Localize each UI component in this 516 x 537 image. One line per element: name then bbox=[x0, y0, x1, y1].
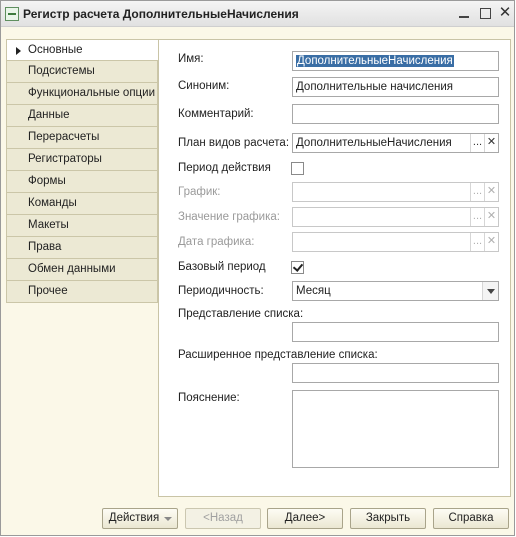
ellipsis-icon[interactable]: ... bbox=[470, 208, 484, 226]
back-label: <Назад bbox=[203, 512, 243, 524]
help-label: Справка bbox=[448, 512, 494, 524]
schedule-date-input[interactable]: ... ✕ bbox=[292, 232, 499, 252]
tab-label: Подсистемы bbox=[28, 65, 95, 77]
back-button[interactable]: <Назад bbox=[185, 508, 261, 529]
tab-label: Прочее bbox=[28, 285, 68, 297]
clear-icon[interactable]: ✕ bbox=[484, 134, 498, 152]
tab-label: Команды bbox=[28, 197, 77, 209]
schedule-date-label: Дата графика: bbox=[178, 236, 255, 248]
tab-label: Функциональные опции bbox=[28, 87, 155, 99]
base-period-label: Базовый период bbox=[178, 261, 266, 273]
tab-commands[interactable]: Команды bbox=[6, 193, 158, 215]
name-value: ДополнительныеНачисления bbox=[296, 55, 454, 67]
close-window-button[interactable]: ✕ bbox=[497, 5, 513, 21]
synonym-value: Дополнительные начисления bbox=[296, 81, 453, 93]
section-tabs: Основные Подсистемы Функциональные опции… bbox=[6, 39, 159, 303]
tab-label: Формы bbox=[28, 175, 66, 187]
next-button[interactable]: Далее> bbox=[267, 508, 343, 529]
tab-subsystems[interactable]: Подсистемы bbox=[6, 61, 158, 83]
tab-label: Права bbox=[28, 241, 62, 253]
action-period-checkbox[interactable] bbox=[291, 162, 304, 175]
ext-list-presentation-label: Расширенное представление списка: bbox=[178, 349, 378, 361]
tab-data-exchange[interactable]: Обмен данными bbox=[6, 259, 158, 281]
tab-main[interactable]: Основные bbox=[6, 39, 159, 61]
active-tab-arrow-icon bbox=[16, 47, 21, 55]
chevron-down-icon[interactable] bbox=[482, 282, 498, 300]
comment-input[interactable] bbox=[292, 104, 499, 124]
chevron-down-icon bbox=[164, 517, 172, 521]
chart-of-calc-types-label: План видов расчета: bbox=[178, 137, 290, 149]
register-icon bbox=[5, 7, 19, 21]
title-bar[interactable]: Регистр расчета ДополнительныеНачисления… bbox=[1, 1, 514, 27]
ellipsis-icon[interactable]: ... bbox=[470, 233, 484, 251]
synonym-input[interactable]: Дополнительные начисления bbox=[292, 77, 499, 97]
tab-recalculations[interactable]: Перерасчеты bbox=[6, 127, 158, 149]
ext-list-presentation-input[interactable] bbox=[292, 363, 499, 383]
ellipsis-icon[interactable]: ... bbox=[470, 183, 484, 201]
periodicity-select[interactable]: Месяц bbox=[292, 281, 499, 301]
window-title: Регистр расчета ДополнительныеНачисления bbox=[23, 7, 299, 21]
periodicity-label: Периодичность: bbox=[178, 285, 264, 297]
actions-label: Действия bbox=[108, 512, 160, 524]
tab-other[interactable]: Прочее bbox=[6, 281, 158, 303]
synonym-label: Синоним: bbox=[178, 80, 230, 92]
schedule-value-label: Значение графика: bbox=[178, 211, 280, 223]
tab-data[interactable]: Данные bbox=[6, 105, 158, 127]
list-presentation-label: Представление списка: bbox=[178, 308, 304, 320]
maximize-button[interactable] bbox=[477, 5, 493, 21]
tab-functional-options[interactable]: Функциональные опции bbox=[6, 83, 158, 105]
tab-rights[interactable]: Права bbox=[6, 237, 158, 259]
tab-label: Основные bbox=[28, 44, 83, 56]
schedule-label: График: bbox=[178, 186, 221, 198]
help-button[interactable]: Справка bbox=[433, 508, 509, 529]
tab-label: Перерасчеты bbox=[28, 131, 100, 143]
tab-templates[interactable]: Макеты bbox=[6, 215, 158, 237]
explanation-label: Пояснение: bbox=[178, 392, 240, 404]
ellipsis-icon[interactable]: ... bbox=[470, 134, 484, 152]
tab-recorders[interactable]: Регистраторы bbox=[6, 149, 158, 171]
explanation-textarea[interactable] bbox=[292, 390, 499, 468]
tab-label: Обмен данными bbox=[28, 263, 116, 275]
name-input[interactable]: ДополнительныеНачисления bbox=[292, 51, 499, 71]
schedule-value-input[interactable]: ... ✕ bbox=[292, 207, 499, 227]
clear-icon[interactable]: ✕ bbox=[484, 183, 498, 201]
action-period-label: Период действия bbox=[178, 162, 271, 174]
periodicity-value: Месяц bbox=[296, 285, 331, 297]
register-window: Регистр расчета ДополнительныеНачисления… bbox=[0, 0, 515, 536]
schedule-input[interactable]: ... ✕ bbox=[292, 182, 499, 202]
chart-of-calc-types-input[interactable]: ДополнительныеНачисления ... ✕ bbox=[292, 133, 499, 153]
close-button[interactable]: Закрыть bbox=[350, 508, 426, 529]
actions-button[interactable]: Действия bbox=[102, 508, 178, 529]
chart-of-calc-types-value: ДополнительныеНачисления bbox=[296, 137, 452, 149]
comment-label: Комментарий: bbox=[178, 108, 254, 120]
tab-label: Макеты bbox=[28, 219, 69, 231]
tab-label: Данные bbox=[28, 109, 70, 121]
name-label: Имя: bbox=[178, 53, 204, 65]
base-period-checkbox[interactable] bbox=[291, 261, 304, 274]
tab-forms[interactable]: Формы bbox=[6, 171, 158, 193]
minimize-button[interactable] bbox=[456, 5, 472, 21]
clear-icon[interactable]: ✕ bbox=[484, 233, 498, 251]
clear-icon[interactable]: ✕ bbox=[484, 208, 498, 226]
list-presentation-input[interactable] bbox=[292, 322, 499, 342]
next-label: Далее> bbox=[284, 512, 326, 524]
close-label: Закрыть bbox=[365, 512, 411, 524]
tab-label: Регистраторы bbox=[28, 153, 102, 165]
